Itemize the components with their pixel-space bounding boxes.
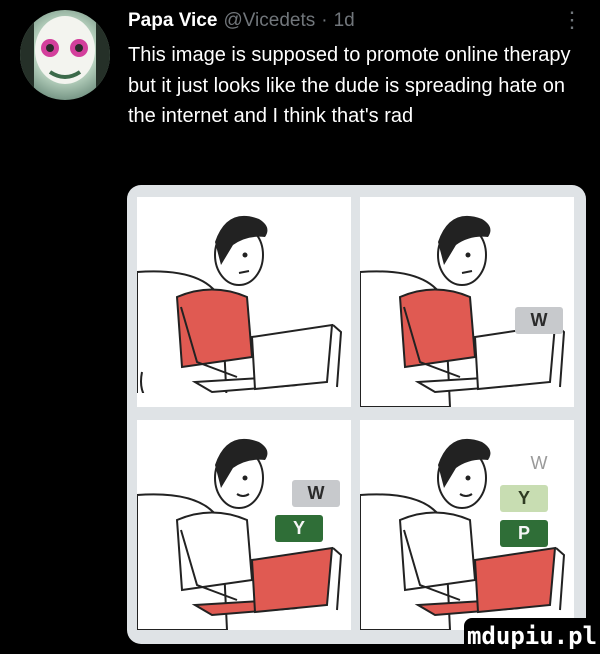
author-name[interactable]: Papa Vice xyxy=(128,10,217,32)
comic-panel-1 xyxy=(137,197,351,407)
illustration-man-at-laptop xyxy=(137,215,351,407)
comic-panel-4: W Y P xyxy=(360,420,574,630)
avatar[interactable] xyxy=(20,10,110,100)
sticker-y: Y xyxy=(500,485,548,512)
sticker-w: W xyxy=(530,453,548,473)
tweet-header: Papa Vice @Vicedets · 1d xyxy=(128,8,573,34)
avatar-image xyxy=(20,10,110,100)
author-handle[interactable]: @Vicedets xyxy=(223,10,315,32)
watermark: mdupiu.pl xyxy=(464,618,600,654)
tweet-media[interactable]: W W Y W Y P xyxy=(127,185,586,644)
more-vertical-icon[interactable]: ⋮ xyxy=(560,6,584,34)
comic-panel-2: W xyxy=(360,197,574,407)
separator-dot: · xyxy=(321,10,328,31)
sticker-w: W xyxy=(292,480,340,507)
sticker-y: Y xyxy=(275,515,323,542)
timestamp[interactable]: 1d xyxy=(334,10,355,32)
illustration-man-at-laptop xyxy=(360,215,566,407)
sticker-p: P xyxy=(500,520,548,547)
sticker-w: W xyxy=(515,307,563,334)
tweet-text: This image is supposed to promote online… xyxy=(128,44,571,127)
comic-panel-3: W Y xyxy=(137,420,351,630)
